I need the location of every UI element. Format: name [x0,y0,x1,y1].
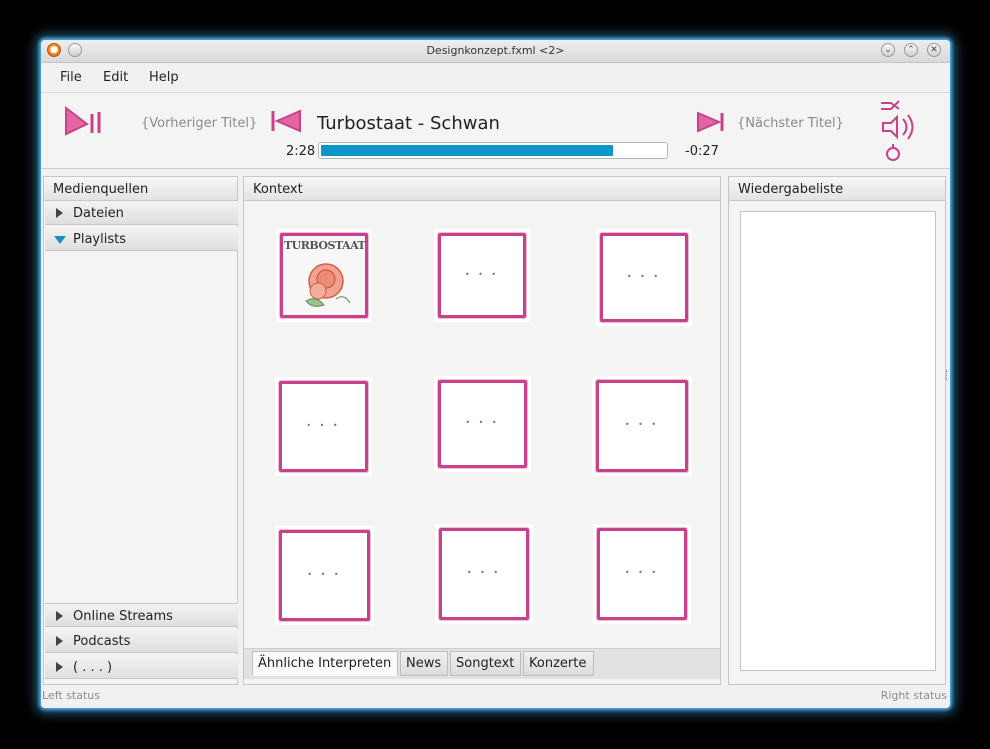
left-status: Left status [42,689,100,702]
right-status: Right status [880,689,947,702]
sources-item-label: Dateien [73,206,124,221]
player-toolbar: {Vorheriger Titel} Turbostaat - Schwan 2… [41,93,950,169]
menu-help[interactable]: Help [149,70,179,85]
artist-thumb[interactable]: • • • [596,229,692,326]
next-title-hint: {Nächster Titel} [737,116,844,131]
chevron-right-icon [56,662,63,672]
chevron-right-icon [56,208,63,218]
menu-file[interactable]: File [60,70,82,85]
tab-konzerte[interactable]: Konzerte [523,651,594,676]
sources-item-dateien[interactable]: Dateien [45,201,238,225]
progress-fill [321,145,613,156]
artist-thumb[interactable]: • • • [592,376,692,476]
sources-item-label: Podcasts [73,634,131,649]
artist-thumb[interactable]: • • • [593,524,691,624]
sources-item-online-streams[interactable]: Online Streams [45,603,238,627]
loading-dots-icon: • • • [306,420,341,430]
loading-dots-icon: • • • [466,568,502,577]
sources-item-more[interactable]: ( . . . ) [45,655,238,679]
menu-edit[interactable]: Edit [103,70,128,85]
loading-dots-icon: • • • [624,568,660,577]
thumb-turbostaat-text: TURBOSTAAT [284,239,366,252]
close-button[interactable]: ✕ [927,43,941,57]
status-bar: Left status Right status [41,685,950,708]
window-title: Designkonzept.fxml <2> [426,44,565,57]
title-bar: ● Designkonzept.fxml <2> ⌄ ⌃ ✕ [41,40,950,63]
chevron-down-icon [54,236,66,244]
chevron-right-icon [56,611,63,621]
sources-item-label: ( . . . ) [73,660,113,675]
sources-item-label: Playlists [73,232,126,247]
tab-songtext[interactable]: Songtext [450,651,521,676]
loading-dots-icon: • • • [465,418,500,428]
loading-dots-icon: • • • [307,569,342,579]
rose-icon [305,263,351,307]
menu-bar: File Edit Help [41,63,950,93]
previous-title-hint: {Vorheriger Titel} [141,116,258,131]
repeat-icon[interactable] [884,142,904,164]
loading-dots-icon: • • • [626,271,662,281]
artist-thumb-turbostaat[interactable]: TURBOSTAAT [276,229,372,322]
playlist-list[interactable] [740,211,936,671]
volume-icon[interactable] [877,113,921,143]
sources-item-playlists[interactable]: Playlists [45,227,238,251]
loading-dots-icon: • • • [624,420,660,429]
elapsed-time: 2:28 [286,144,316,159]
tab-news[interactable]: News [400,651,448,676]
playlist-header: Wiedergabeliste [728,176,946,201]
artist-thumb[interactable]: • • • [275,377,372,476]
sources-header: Medienquellen [43,176,238,201]
artist-thumb[interactable]: • • • [434,229,530,322]
remaining-time: -0:27 [685,144,719,159]
current-track-title: Turbostaat - Schwan [317,113,500,134]
artist-thumb[interactable]: • • • [435,524,533,624]
loading-dots-icon: • • • [464,269,500,279]
minimize-button[interactable]: ⌄ [881,43,895,57]
chevron-right-icon [56,636,63,646]
sources-item-label: Online Streams [73,609,173,624]
sources-panel: Dateien Playlists Online Streams Podcast… [43,201,238,685]
context-header: Kontext [243,176,721,201]
sources-item-podcasts[interactable]: Podcasts [45,629,238,653]
play-pause-icon[interactable] [63,106,109,136]
artist-thumb[interactable]: • • • [434,376,531,472]
maximize-button[interactable]: ⌃ [904,43,918,57]
tab-aehnliche-interpreten[interactable]: Ähnliche Interpreten [252,651,398,676]
previous-track-icon[interactable] [271,107,303,135]
playlist-panel [728,201,946,685]
progress-bar[interactable] [318,142,668,159]
next-track-icon[interactable] [695,110,725,134]
app-window: ● Designkonzept.fxml <2> ⌄ ⌃ ✕ File Edit… [41,40,950,708]
resize-grip-icon[interactable] [946,370,950,380]
artist-thumb[interactable]: • • • [275,526,374,625]
